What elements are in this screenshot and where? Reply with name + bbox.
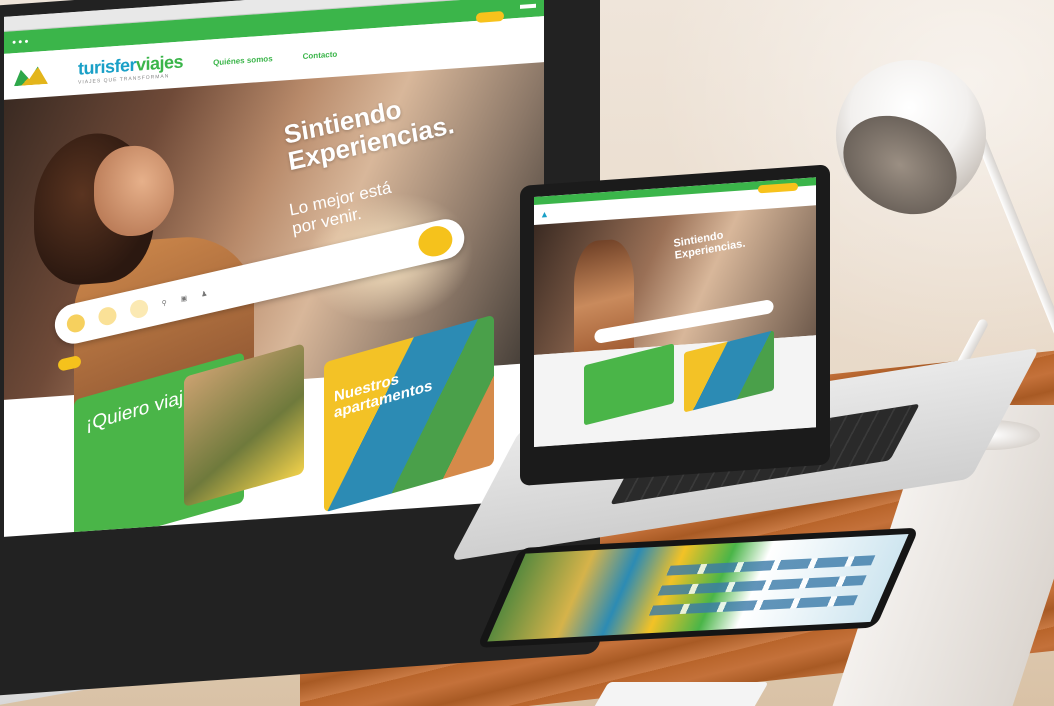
- search-dot-icon: [128, 298, 150, 320]
- laptop-card-yellow: [684, 330, 774, 413]
- tablet-row: [657, 575, 867, 596]
- laptop-screen: ▲ Sintiendo Experiencias.: [534, 177, 816, 448]
- cta-button: [476, 10, 504, 23]
- person-icon: ♟: [200, 290, 208, 299]
- destination-icon: ⚲: [161, 299, 168, 308]
- tablet-screen: [487, 533, 909, 642]
- laptop-cards: [534, 330, 816, 448]
- desk-keyboard: [591, 682, 769, 706]
- logo-text-a: turisfer: [78, 54, 137, 79]
- social-icons: ● ● ●: [12, 37, 29, 46]
- search-dot-icon: [65, 312, 87, 335]
- calendar-icon: ▣: [180, 295, 188, 304]
- site-logo: turisferviajes VIAJES QUE TRANSFORMAN: [78, 51, 183, 85]
- search-button: [416, 222, 455, 260]
- laptop-site-logo: ▲: [540, 208, 549, 220]
- nav-item-about: Quiénes somos: [213, 53, 273, 67]
- card-apartamentos: Nuestros apartamentos: [324, 314, 494, 513]
- laptop: ▲ Sintiendo Experiencias.: [520, 164, 830, 486]
- logo-icon: [14, 64, 48, 86]
- tablet-row: [648, 595, 858, 616]
- monitor-screen: ● ● ● turisferviajes VIAJES QUE TRANSFOR…: [4, 0, 544, 537]
- laptop-cta: [758, 182, 798, 194]
- laptop-card-green: [584, 343, 674, 426]
- laptop-hero-title: Sintiendo Experiencias.: [673, 227, 746, 262]
- cards-row: ¡Quiero viajar! Nuestros apartamentos: [34, 308, 544, 537]
- card-yellow-title: Nuestros apartamentos: [334, 370, 433, 422]
- hero-title: Sintiendo Experiencias.: [282, 85, 457, 177]
- photo-scene: ● ● ● turisferviajes VIAJES QUE TRANSFOR…: [0, 0, 1054, 706]
- logo-text-b: viajes: [136, 50, 184, 75]
- topbar-button: [520, 3, 536, 9]
- search-dot-icon: [97, 305, 118, 327]
- woman-face: [94, 143, 174, 239]
- tablet-row: [666, 555, 876, 576]
- nav-item-contact: Contacto: [302, 49, 338, 61]
